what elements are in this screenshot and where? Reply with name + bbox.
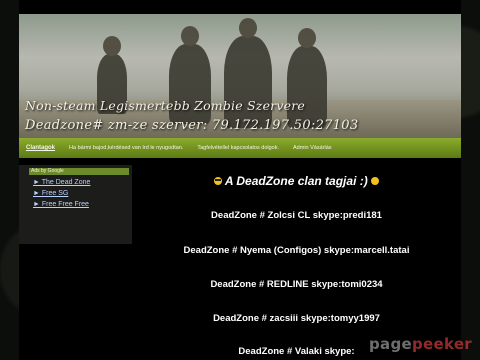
member-entry: DeadZone # Nyema (Configos) skype:marcel… [183, 245, 410, 256]
smiley-icon [371, 176, 380, 185]
banner-zombie-figure [287, 28, 327, 128]
member-entry: DeadZone # REDLINE skype:tomi0234 [210, 279, 383, 290]
nav-item-admin-purchase[interactable]: Admin Vásárlás [286, 145, 339, 151]
nav-item-membership[interactable]: Tagfelvétellel kapcsolatos dolgok. [190, 145, 286, 151]
sidebar-link-list: ► The Dead Zone ► Free SG ► Free Free Fr… [33, 177, 90, 210]
member-entry: DeadZone # Zolcsi CL skype:predi181 [211, 210, 382, 221]
header-title-line2: Deadzone# zm-ze szerver: 79.172.197.50:2… [25, 118, 359, 133]
sidebar-link-free-free-free[interactable]: ► Free Free Free [33, 199, 90, 210]
main-content: A DeadZone clan tagjai :) DeadZone # Zol… [132, 165, 461, 360]
sidebar-link-free-sg[interactable]: ► Free SG [33, 188, 90, 199]
sidebar: Ads by Google ► The Dead Zone ► Free SG … [19, 165, 132, 244]
clan-members-heading: A DeadZone clan tagjai :) [132, 174, 461, 188]
nav-item-questions[interactable]: Ha bármi bajod,kérdésed van írd le nyugo… [62, 145, 190, 151]
member-entry: DeadZone # zacsiii skype:tomyy1997 [213, 313, 380, 324]
header-title-line1: Non-steam Legismertebb Zombie Szervere [25, 98, 305, 113]
pagepeeker-watermark: pagepeeker [368, 335, 472, 353]
nav-item-clantagok[interactable]: Clantagok [19, 145, 62, 151]
ads-label: Ads by Google [29, 168, 129, 175]
page-container: Non-steam Legismertebb Zombie Szervere D… [19, 0, 461, 360]
cool-smiley-icon [213, 176, 222, 185]
clan-members-title: A DeadZone clan tagjai :) [224, 174, 368, 188]
banner-zombie-figure [224, 18, 272, 128]
top-navigation: Clantagok Ha bármi bajod,kérdésed van ír… [19, 138, 461, 158]
header-banner: Non-steam Legismertebb Zombie Szervere D… [19, 14, 461, 138]
sidebar-link-the-dead-zone[interactable]: ► The Dead Zone [33, 177, 90, 188]
